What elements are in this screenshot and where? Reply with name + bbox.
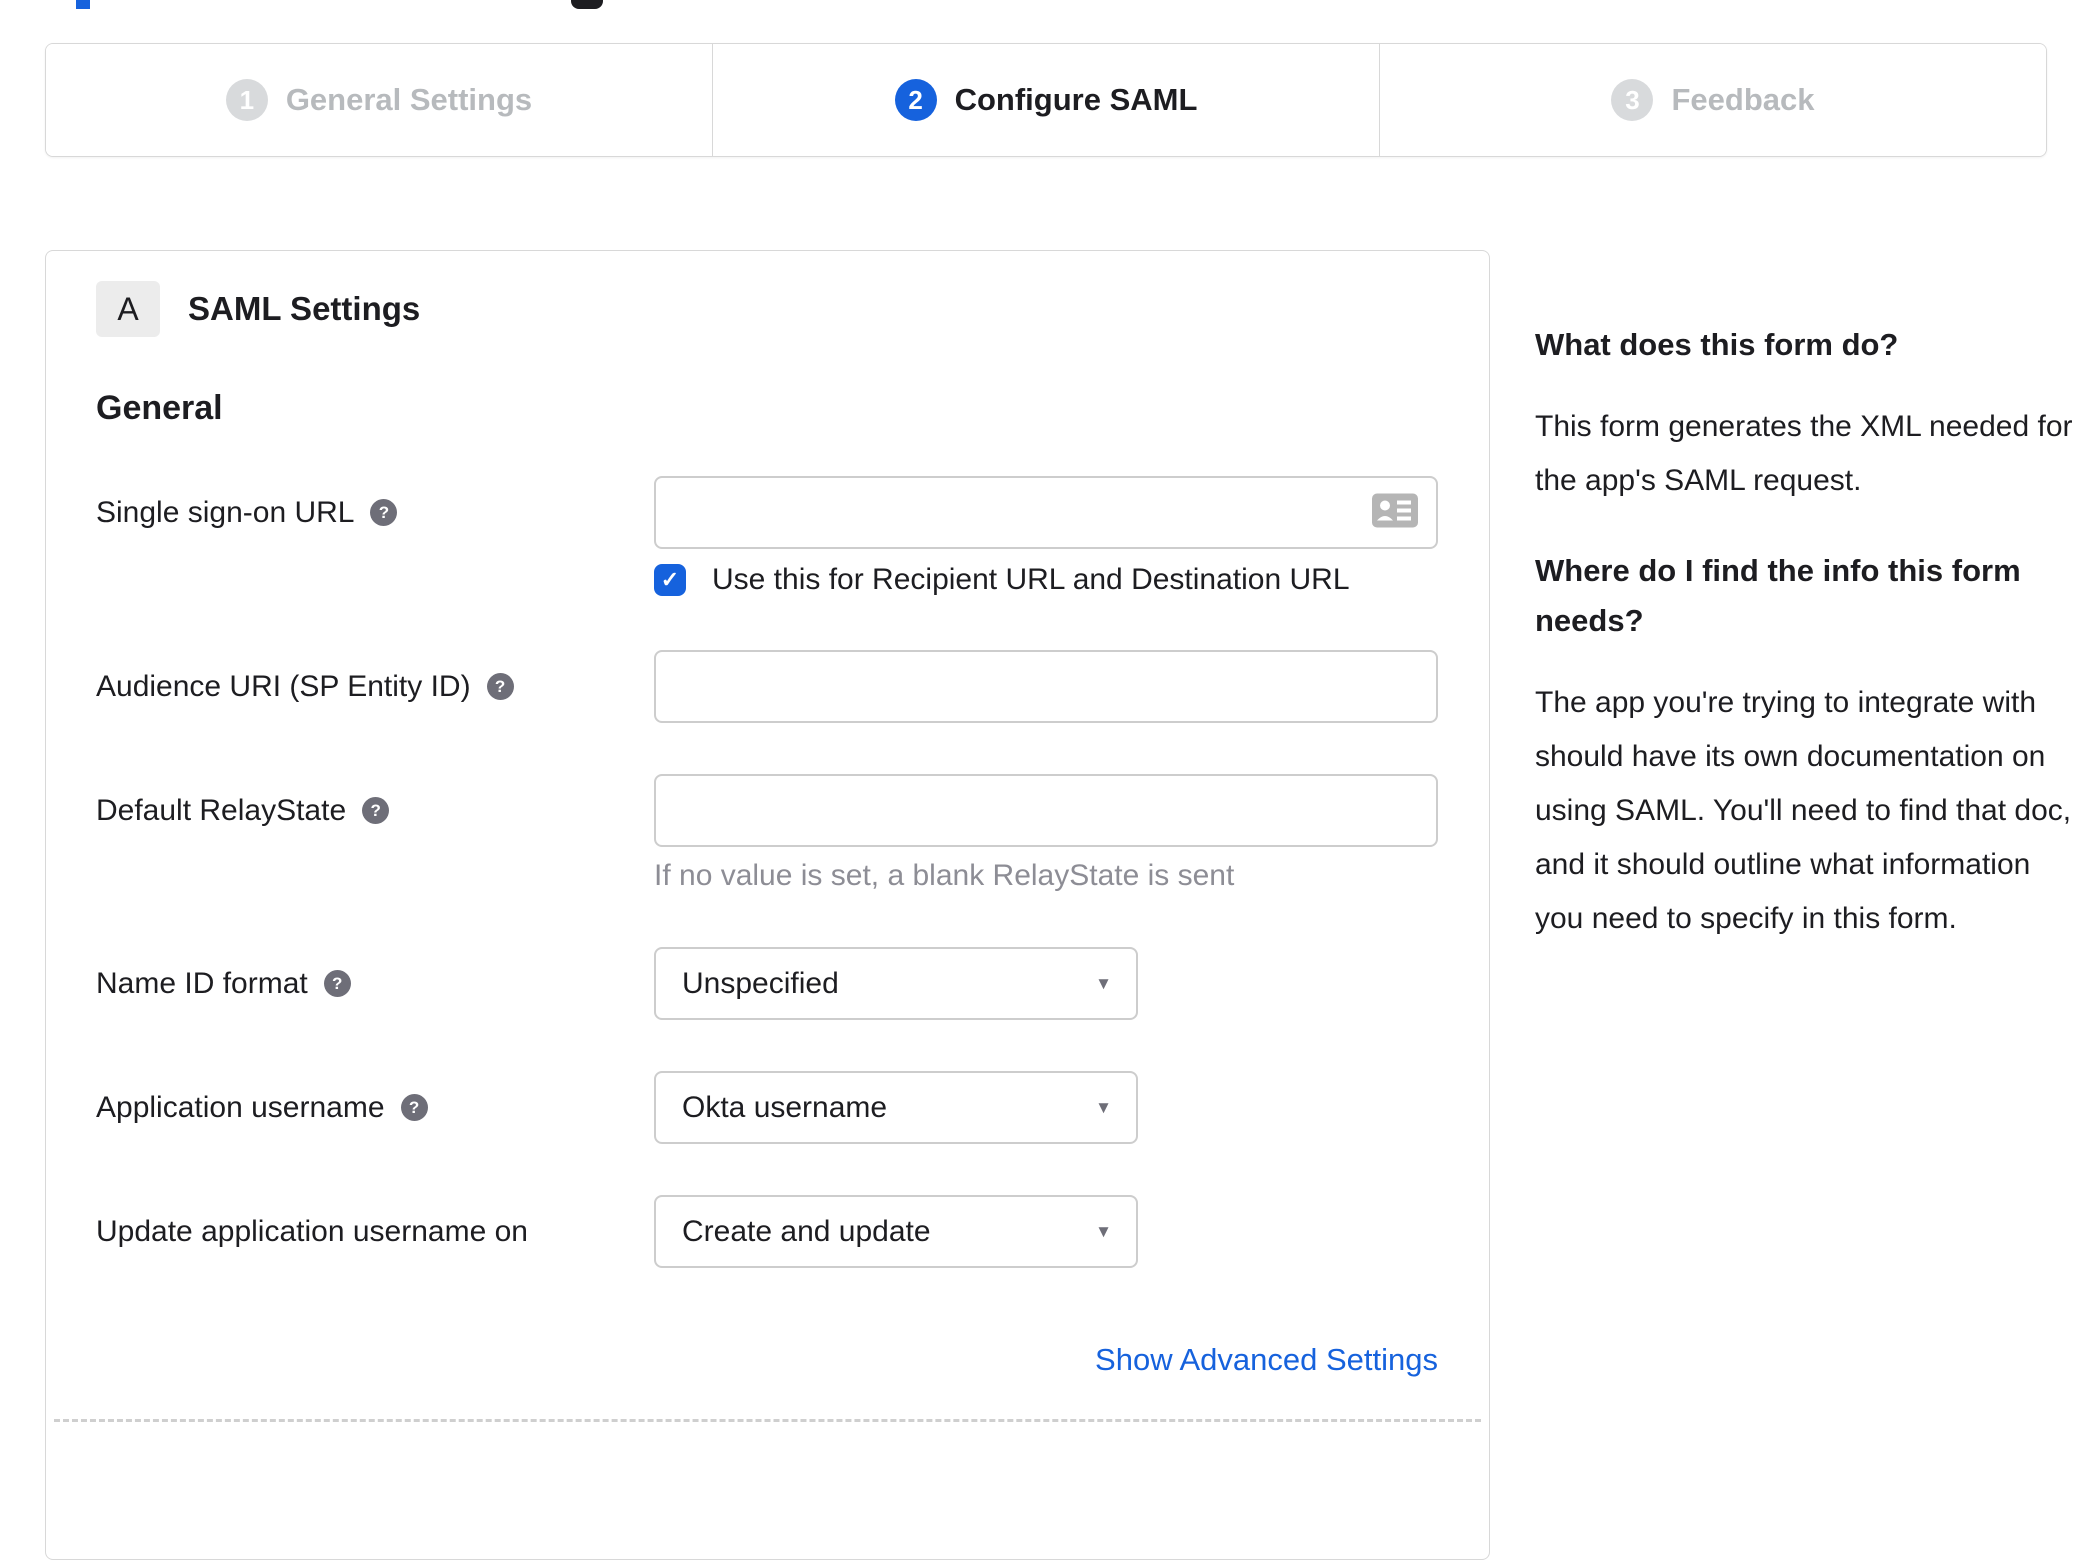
help-icon[interactable]: ? bbox=[362, 797, 390, 824]
chevron-down-icon: ▼ bbox=[1095, 973, 1112, 993]
clipped-header-fragment-blue bbox=[76, 0, 90, 9]
contact-card-icon[interactable] bbox=[1372, 493, 1418, 532]
help-icon[interactable]: ? bbox=[486, 673, 514, 700]
chevron-down-icon: ▼ bbox=[1095, 1097, 1112, 1117]
default-relaystate-input[interactable] bbox=[654, 774, 1438, 847]
clipped-header-fragment-dark bbox=[571, 0, 603, 9]
step-configure-saml[interactable]: 2 Configure SAML bbox=[712, 44, 1379, 156]
recipient-url-checkbox-row: ✓ Use this for Recipient URL and Destina… bbox=[654, 563, 1438, 597]
step-general-settings[interactable]: 1 General Settings bbox=[46, 44, 712, 156]
step-label: General Settings bbox=[285, 82, 533, 117]
field-row-update-application-username: Update application username on Create an… bbox=[96, 1195, 1439, 1268]
help-paragraph: The app you're trying to integrate with … bbox=[1535, 686, 2072, 935]
field-row-default-relaystate: Default RelayState ? If no value is set,… bbox=[96, 774, 1439, 893]
help-icon[interactable]: ? bbox=[370, 499, 398, 526]
wizard-stepper: 1 General Settings 2 Configure SAML 3 Fe… bbox=[45, 43, 2047, 157]
field-row-name-id-format: Name ID format ? Unspecified ▼ bbox=[96, 947, 1439, 1020]
application-username-select[interactable]: Okta username ▼ bbox=[654, 1071, 1138, 1144]
field-row-single-sign-on-url: Single sign-on URL ? ✓ Use this for Reci… bbox=[96, 476, 1439, 597]
help-icon[interactable]: ? bbox=[323, 970, 351, 997]
saml-settings-panel: A SAML Settings General Single sign-on U… bbox=[45, 250, 1490, 1560]
help-paragraph: This form generates the XML needed for t… bbox=[1535, 410, 2073, 497]
update-application-username-select[interactable]: Create and update ▼ bbox=[654, 1195, 1138, 1268]
single-sign-on-url-input[interactable] bbox=[654, 476, 1438, 549]
step-label: Configure SAML bbox=[954, 82, 1198, 117]
relaystate-hint: If no value is set, a blank RelayState i… bbox=[654, 859, 1235, 892]
select-value: Unspecified bbox=[682, 966, 839, 1000]
step-feedback[interactable]: 3 Feedback bbox=[1379, 44, 2046, 156]
help-heading: What does this form do? bbox=[1535, 327, 1899, 362]
audience-uri-input[interactable] bbox=[654, 650, 1438, 723]
saml-settings-header: A SAML Settings bbox=[96, 281, 1439, 337]
section-letter-badge: A bbox=[96, 281, 160, 337]
step-label: Feedback bbox=[1671, 82, 1815, 117]
select-value: Create and update bbox=[682, 1214, 931, 1248]
recipient-url-checkbox[interactable]: ✓ bbox=[654, 564, 686, 596]
checkbox-label: Use this for Recipient URL and Destinati… bbox=[712, 563, 1350, 596]
field-label: Update application username on bbox=[96, 1214, 528, 1248]
name-id-format-select[interactable]: Unspecified ▼ bbox=[654, 947, 1138, 1020]
help-panel: What does this form do? This form genera… bbox=[1535, 320, 2080, 984]
step-number-badge: 3 bbox=[1611, 79, 1654, 121]
section-title: SAML Settings bbox=[188, 290, 421, 327]
section-divider bbox=[54, 1419, 1481, 1422]
help-heading: Where do I find the info this form needs… bbox=[1535, 553, 2021, 638]
field-row-application-username: Application username ? Okta username ▼ bbox=[96, 1071, 1439, 1144]
field-label: Audience URI (SP Entity ID) ? bbox=[96, 650, 654, 723]
field-label: Single sign-on URL ? bbox=[96, 476, 654, 549]
field-row-audience-uri: Audience URI (SP Entity ID) ? bbox=[96, 650, 1439, 723]
field-label: Name ID format ? bbox=[96, 947, 654, 1020]
step-number-badge: 2 bbox=[894, 79, 937, 121]
help-icon[interactable]: ? bbox=[400, 1094, 428, 1121]
select-value: Okta username bbox=[682, 1090, 888, 1124]
chevron-down-icon: ▼ bbox=[1095, 1221, 1112, 1241]
general-group-title: General bbox=[96, 389, 223, 427]
field-label: Default RelayState ? bbox=[96, 774, 654, 847]
show-advanced-settings-link[interactable]: Show Advanced Settings bbox=[1095, 1342, 1438, 1377]
step-number-badge: 1 bbox=[225, 79, 268, 121]
field-label: Application username ? bbox=[96, 1071, 654, 1144]
